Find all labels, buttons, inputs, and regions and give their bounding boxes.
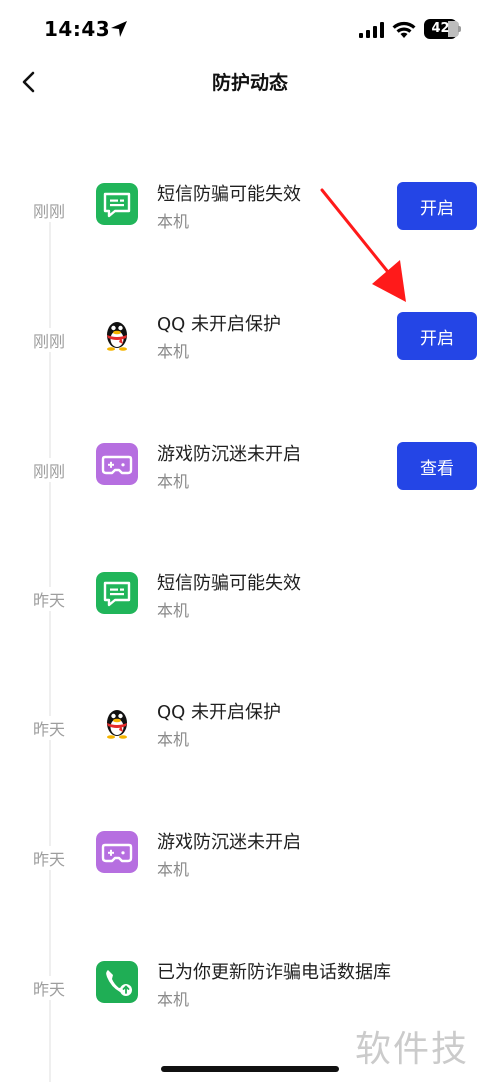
event-subtitle: 本机 xyxy=(157,342,190,361)
nav-bar: 防护动态 xyxy=(0,60,500,104)
event-row[interactable]: 刚刚 游戏防沉迷未开启 本机 查看 xyxy=(0,440,500,500)
home-indicator[interactable] xyxy=(161,1066,339,1072)
cellular-signal-icon xyxy=(359,22,384,38)
event-time: 昨天 xyxy=(20,976,78,1000)
event-title: 短信防骗可能失效 xyxy=(157,573,301,594)
event-row[interactable]: 昨天 QQ 未开启保护 本机 xyxy=(0,698,500,758)
phone-update-icon xyxy=(96,961,138,1003)
event-subtitle: 本机 xyxy=(157,730,190,749)
status-bar: 14:43 42 xyxy=(0,0,500,60)
wifi-icon xyxy=(392,21,416,38)
watermark: 软件技巧 xyxy=(355,1029,470,1082)
event-subtitle: 本机 xyxy=(157,601,190,620)
event-title: QQ 未开启保护 xyxy=(157,702,282,723)
event-row[interactable]: 昨天 游戏防沉迷未开启 本机 xyxy=(0,828,500,888)
status-time: 14:43 xyxy=(44,17,111,41)
event-time: 刚刚 xyxy=(20,328,78,352)
page-title: 防护动态 xyxy=(211,72,288,94)
event-time: 昨天 xyxy=(20,846,78,870)
event-title: 游戏防沉迷未开启 xyxy=(157,444,301,465)
battery-icon: 42 xyxy=(424,19,461,39)
event-time: 昨天 xyxy=(20,587,78,611)
event-subtitle: 本机 xyxy=(157,860,190,879)
qq-penguin-icon xyxy=(96,313,138,355)
battery-level: 42 xyxy=(431,21,450,36)
event-title: 已为你更新防诈骗电话数据库 xyxy=(157,962,391,983)
event-time: 昨天 xyxy=(20,716,78,740)
red-arrow-annotation-icon xyxy=(320,188,406,302)
event-row[interactable]: 昨天 已为你更新防诈骗电话数据库 本机 xyxy=(0,958,500,1018)
event-subtitle: 本机 xyxy=(157,472,190,491)
game-controller-icon xyxy=(96,443,138,485)
event-title: 游戏防沉迷未开启 xyxy=(157,832,301,853)
game-controller-icon xyxy=(96,831,138,873)
event-time: 刚刚 xyxy=(20,198,78,222)
event-subtitle: 本机 xyxy=(157,990,190,1009)
event-title: QQ 未开启保护 xyxy=(157,314,282,335)
sms-icon xyxy=(96,572,138,614)
event-row[interactable]: 昨天 短信防骗可能失效 本机 xyxy=(0,569,500,629)
qq-penguin-icon xyxy=(96,701,138,743)
view-button[interactable]: 查看 xyxy=(397,442,477,490)
event-row[interactable]: 刚刚 短信防骗可能失效 本机 开启 xyxy=(0,180,500,240)
event-title: 短信防骗可能失效 xyxy=(157,184,301,205)
enable-button[interactable]: 开启 xyxy=(397,312,477,360)
event-time: 刚刚 xyxy=(20,458,78,482)
event-subtitle: 本机 xyxy=(157,212,190,231)
location-arrow-icon xyxy=(111,21,127,37)
sms-icon xyxy=(96,183,138,225)
event-row[interactable]: 刚刚 QQ 未开启保护 本机 开启 xyxy=(0,310,500,370)
